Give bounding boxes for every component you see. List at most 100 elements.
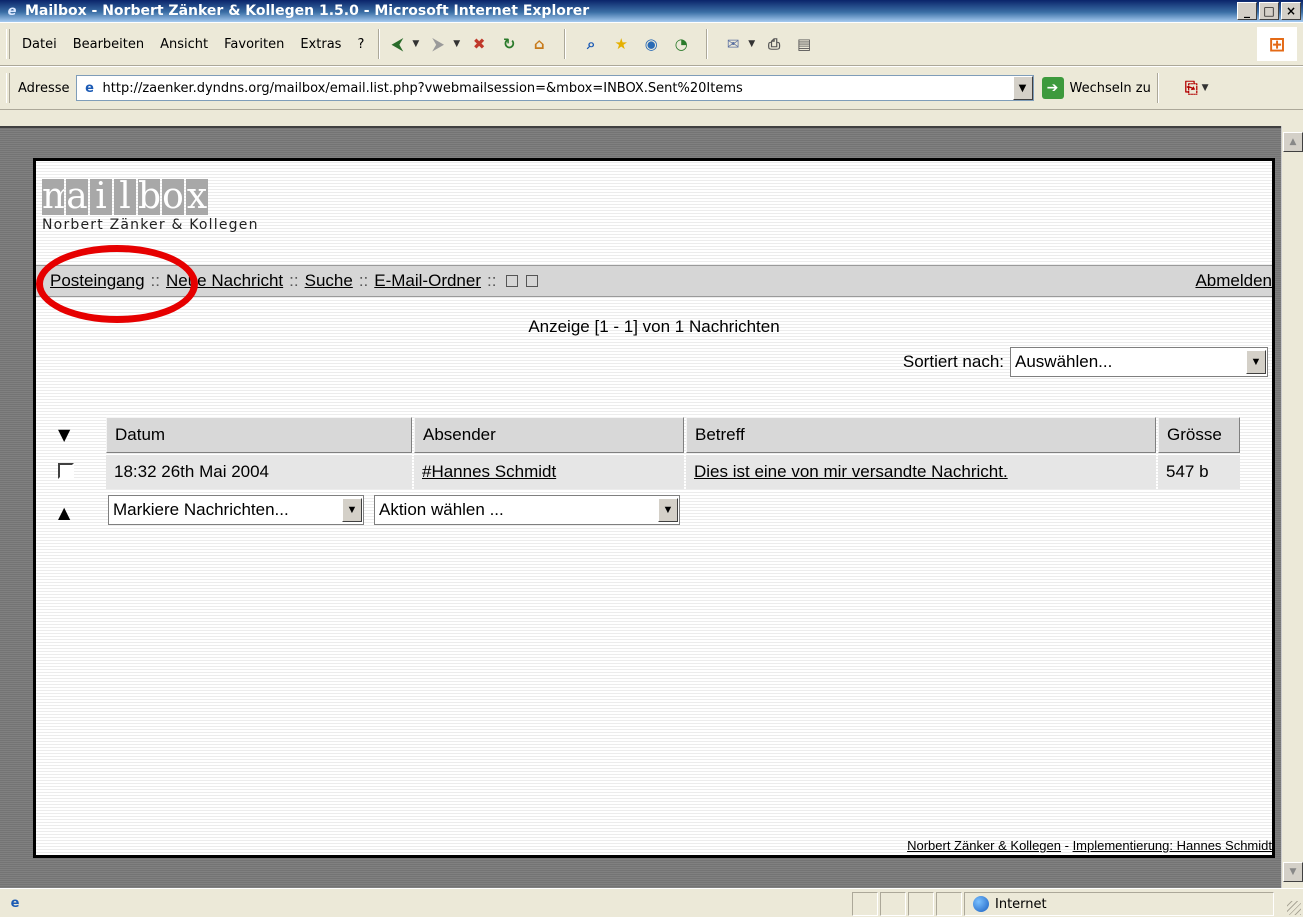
logo-subtitle: Norbert Zänker & Kollegen xyxy=(42,217,259,233)
highlight-circle xyxy=(36,245,198,323)
sort-desc-icon[interactable]: ▼ xyxy=(58,425,70,444)
sort-asc-icon[interactable]: ▲ xyxy=(58,503,70,522)
address-dropdown-icon[interactable]: ▼ xyxy=(1012,76,1033,100)
sort-select-value: Auswählen... xyxy=(1015,352,1113,371)
layout-split-icon[interactable] xyxy=(506,275,519,287)
logo-letter: o xyxy=(162,179,184,215)
nav-separator: :: xyxy=(358,271,369,290)
mail-dropdown-icon[interactable]: ▼ xyxy=(748,39,755,49)
table-row[interactable]: 18:32 26th Mai 2004 #Hannes Schmidt Dies… xyxy=(52,455,1240,489)
back-icon[interactable]: ⮜ xyxy=(386,33,408,55)
toolbar-separator xyxy=(564,29,567,59)
toolbar-grip[interactable] xyxy=(6,73,10,103)
home-icon[interactable]: ⌂ xyxy=(528,33,550,55)
column-header-size[interactable]: Grösse xyxy=(1158,417,1240,453)
mailbox-logo: m a i l b o x Norbert Zänker & Kollegen xyxy=(42,179,259,233)
status-panel xyxy=(880,892,906,916)
nav-separator: :: xyxy=(487,271,497,290)
mail-icon[interactable]: ✉ xyxy=(722,33,744,55)
column-header-date[interactable]: Datum xyxy=(106,417,412,453)
address-url[interactable]: http://zaenker.dyndns.org/mailbox/email.… xyxy=(103,81,743,96)
search-icon[interactable]: ⌕ xyxy=(580,33,602,55)
mark-messages-select[interactable]: Markiere Nachrichten... ▼ xyxy=(108,495,364,525)
pdf-icon[interactable]: ⎘ xyxy=(1185,78,1198,98)
sort-label: Sortiert nach: xyxy=(902,352,1004,371)
row-sender: #Hannes Schmidt xyxy=(414,455,684,489)
choose-action-select[interactable]: Aktion wählen ... ▼ xyxy=(374,495,680,525)
row-sender-link[interactable]: #Hannes Schmidt xyxy=(422,462,556,482)
logout-link[interactable]: Abmelden xyxy=(1195,271,1272,291)
favorites-icon[interactable]: ★ xyxy=(610,33,632,55)
print-icon[interactable]: ⎙ xyxy=(763,33,785,55)
menu-bar: Datei Bearbeiten Ansicht Favoriten Extra… xyxy=(14,23,372,65)
security-zone-label: Internet xyxy=(995,896,1047,912)
vertical-scrollbar[interactable]: ▲ ▼ xyxy=(1281,126,1303,888)
forward-icon[interactable]: ⮞ xyxy=(427,33,449,55)
column-header-sender[interactable]: Absender xyxy=(414,417,684,453)
page-footer: Norbert Zänker & Kollegen - Implementier… xyxy=(907,838,1272,853)
chevron-down-icon[interactable]: ▼ xyxy=(342,498,362,522)
pdf-dropdown-icon[interactable]: ▼ xyxy=(1202,83,1209,93)
scroll-down-icon[interactable]: ▼ xyxy=(1283,862,1303,882)
logo-letter: a xyxy=(66,179,88,215)
nav-search-link[interactable]: Suche xyxy=(305,271,353,291)
forward-dropdown-icon[interactable]: ▼ xyxy=(453,39,460,49)
history-icon[interactable]: ◔ xyxy=(670,33,692,55)
sort-select[interactable]: Auswählen... ▼ xyxy=(1010,347,1268,377)
refresh-icon[interactable]: ↻ xyxy=(498,33,520,55)
logo-letter: x xyxy=(186,179,208,215)
toolbar-grip[interactable] xyxy=(6,29,10,59)
maximize-button[interactable]: □ xyxy=(1259,2,1279,20)
scroll-up-icon[interactable]: ▲ xyxy=(1283,132,1303,152)
menu-extras[interactable]: Extras xyxy=(292,37,349,52)
address-input[interactable]: e http://zaenker.dyndns.org/mailbox/emai… xyxy=(75,75,1034,101)
menu-ansicht[interactable]: Ansicht xyxy=(152,37,216,52)
page-status-icon: e xyxy=(10,895,20,911)
media-icon[interactable]: ◉ xyxy=(640,33,662,55)
globe-icon xyxy=(973,896,989,912)
menu-bearbeiten[interactable]: Bearbeiten xyxy=(65,37,152,52)
go-label: Wechseln zu xyxy=(1069,80,1151,96)
layout-single-icon[interactable] xyxy=(526,275,539,287)
address-row: Adresse e http://zaenker.dyndns.org/mail… xyxy=(0,66,1303,110)
row-size: 547 b xyxy=(1158,455,1240,489)
nav-folders-link[interactable]: E-Mail-Ordner xyxy=(374,271,481,291)
footer-company-link[interactable]: Norbert Zänker & Kollegen xyxy=(907,838,1061,853)
menu-help[interactable]: ? xyxy=(349,37,372,52)
row-subject-link[interactable]: Dies ist eine von mir versandte Nachrich… xyxy=(694,462,1008,482)
row-date: 18:32 26th Mai 2004 xyxy=(106,455,412,489)
go-arrow-icon: ➔ xyxy=(1041,77,1064,99)
standard-toolbar: ⮜ ▼ ⮞ ▼ ✖ ↻ ⌂ ⌕ ★ ◉ ◔ ✉ ▼ ⎙ ▤ xyxy=(386,23,815,65)
windows-logo-icon: ⊞ xyxy=(1257,27,1297,61)
footer-impl-link[interactable]: Implementierung: Hannes Schmidt xyxy=(1073,838,1272,853)
footer-dash: - xyxy=(1061,838,1073,853)
window-title: Mailbox - Norbert Zänker & Kollegen 1.5.… xyxy=(25,3,590,19)
minimize-button[interactable]: _ xyxy=(1237,2,1257,20)
status-panel xyxy=(908,892,934,916)
window-controls: _ □ × xyxy=(1237,2,1301,20)
browser-window: e Mailbox - Norbert Zänker & Kollegen 1.… xyxy=(0,0,1303,917)
stop-icon[interactable]: ✖ xyxy=(468,33,490,55)
menu-toolbar-row: Datei Bearbeiten Ansicht Favoriten Extra… xyxy=(0,22,1303,66)
mailbox-page: m a i l b o x Norbert Zänker & Kollegen … xyxy=(33,158,1275,858)
row-checkbox[interactable] xyxy=(58,463,74,479)
back-dropdown-icon[interactable]: ▼ xyxy=(412,39,419,49)
edit-icon[interactable]: ▤ xyxy=(793,33,815,55)
chevron-down-icon[interactable]: ▼ xyxy=(658,498,678,522)
address-label: Adresse xyxy=(18,80,70,96)
status-panels: Internet xyxy=(852,892,1274,916)
nav-separator: :: xyxy=(289,271,299,290)
chevron-down-icon[interactable]: ▼ xyxy=(1246,350,1266,374)
resize-grip-icon[interactable] xyxy=(1287,901,1301,915)
status-bar: e Internet xyxy=(0,888,1303,917)
go-button[interactable]: ➔ Wechseln zu xyxy=(1041,77,1151,99)
status-panel xyxy=(936,892,962,916)
menu-datei[interactable]: Datei xyxy=(14,37,65,52)
toolbar-separator xyxy=(1156,73,1159,103)
close-button[interactable]: × xyxy=(1281,2,1301,20)
sort-row: Sortiert nach: Auswählen... ▼ xyxy=(903,347,1268,377)
menu-favoriten[interactable]: Favoriten xyxy=(216,37,292,52)
column-header-subject[interactable]: Betreff xyxy=(686,417,1156,453)
bulk-action-row: ▲ Markiere Nachrichten... ▼ Aktion wähle… xyxy=(52,495,752,529)
toolbar-separator xyxy=(706,29,709,59)
